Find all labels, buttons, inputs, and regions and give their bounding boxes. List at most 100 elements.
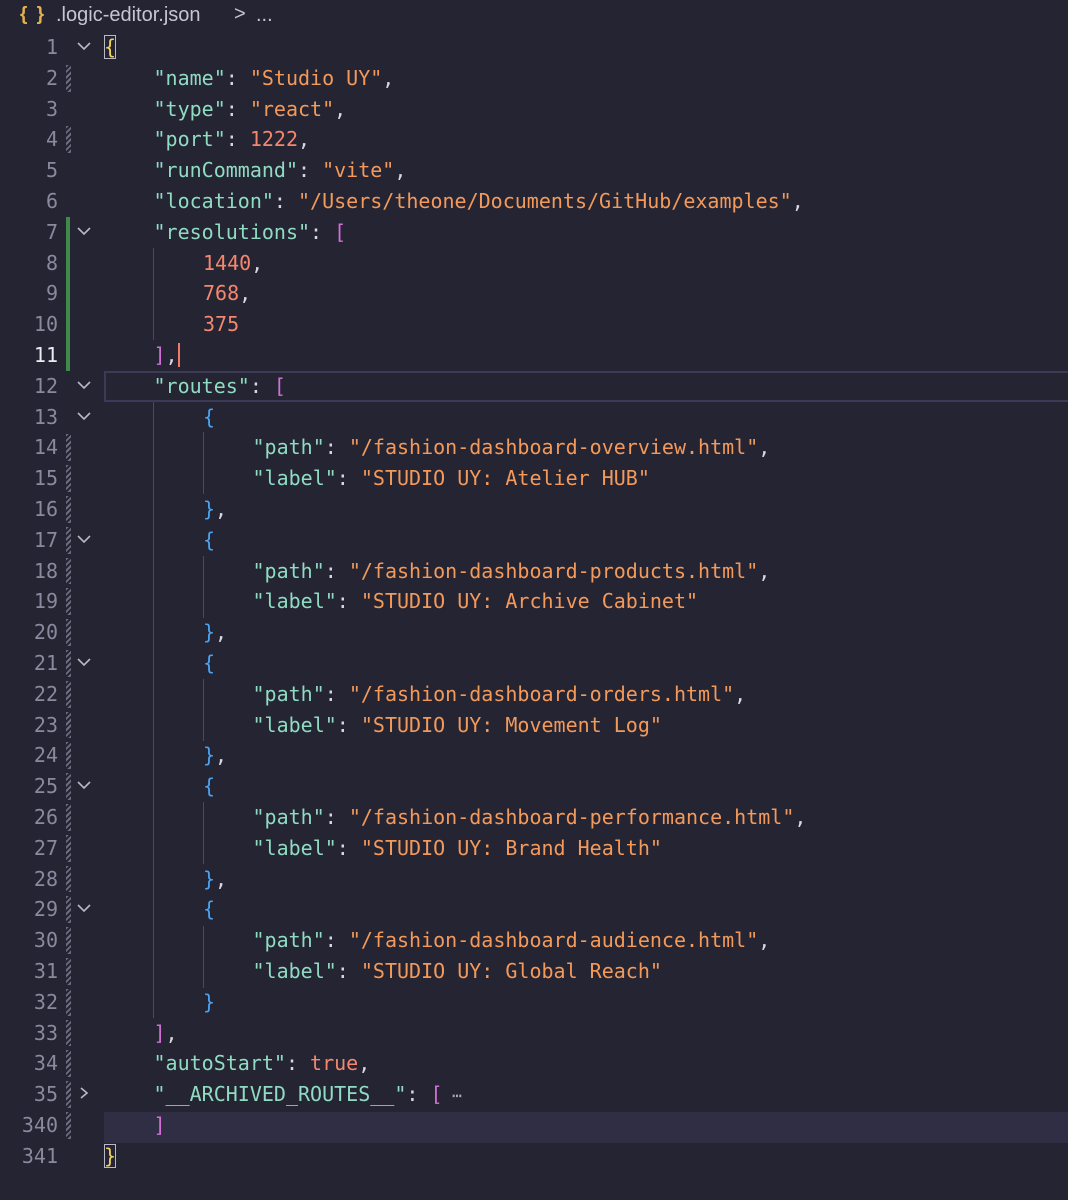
code-line[interactable]: 23 "label": "STUDIO UY: Movement Log": [0, 710, 1068, 741]
token: }: [203, 743, 216, 768]
code-line[interactable]: 17 {: [0, 525, 1068, 556]
chevron-right-icon[interactable]: [74, 1079, 94, 1110]
code-line[interactable]: 27 "label": "STUDIO UY: Brand Health": [0, 833, 1068, 864]
line-number: 24: [33, 743, 58, 768]
code-line[interactable]: 18 "path": "/fashion-dashboard-products.h…: [0, 556, 1068, 587]
chevron-down-icon[interactable]: [74, 525, 94, 556]
code-line[interactable]: 6 "location": "/Users/theone/Documents/Gi…: [0, 186, 1068, 217]
code-line[interactable]: 5 "runCommand": "vite",: [0, 155, 1068, 186]
token: ,: [382, 65, 395, 90]
code-line[interactable]: 15 "label": "STUDIO UY: Atelier HUB": [0, 463, 1068, 494]
chevron-down-icon[interactable]: [74, 32, 94, 63]
code-line[interactable]: 32}: [0, 987, 1068, 1018]
token: "__ARCHIVED_ROUTES__": [153, 1082, 407, 1107]
code-text: ]: [154, 1110, 166, 1141]
breadcrumb-file[interactable]: .logic-editor.json: [56, 4, 201, 27]
token: ,: [758, 435, 771, 460]
code-line[interactable]: 29 {: [0, 894, 1068, 925]
token: }: [203, 989, 216, 1014]
token: "/fashion-dashboard-orders.html": [348, 681, 735, 706]
code-line[interactable]: 340]: [0, 1110, 1068, 1141]
code-line[interactable]: 35 "__ARCHIVED_ROUTES__": [ ⋯: [0, 1079, 1068, 1110]
code-line[interactable]: 19 "label": "STUDIO UY: Archive Cabinet": [0, 586, 1068, 617]
code-line[interactable]: 10 375: [0, 309, 1068, 340]
code-line[interactable]: 2 "name": "Studio UY",: [0, 63, 1068, 94]
breadcrumb-more[interactable]: ...: [256, 4, 273, 27]
code-line[interactable]: 8 1440,: [0, 247, 1068, 279]
token: ,: [215, 497, 228, 521]
code-line[interactable]: 28},: [0, 864, 1068, 895]
git-added-marker: [66, 216, 70, 248]
token: "Studio UY": [249, 65, 383, 90]
code-text: "path": "/fashion-dashboard-orders.html"…: [253, 679, 747, 710]
token: }: [104, 1143, 117, 1168]
line-number: 5: [45, 158, 58, 183]
chevron-down-icon[interactable]: [74, 402, 94, 433]
code-line[interactable]: 4 "port": 1222,: [0, 124, 1068, 155]
code-line[interactable]: 33],: [0, 1018, 1068, 1049]
line-number: 26: [33, 805, 58, 829]
token: "path": [252, 558, 325, 583]
code-line[interactable]: 31 "label": "STUDIO UY: Global Reach": [0, 956, 1068, 987]
code-line[interactable]: 7 "resolutions": [: [0, 216, 1068, 248]
line-number: 32: [33, 989, 58, 1014]
code-text: "path": "/fashion-dashboard-products.htm…: [253, 556, 771, 587]
code-text: },: [203, 740, 227, 771]
code-line[interactable]: 16},: [0, 494, 1068, 525]
token: {: [203, 897, 216, 922]
code-text: "name": "Studio UY",: [154, 63, 395, 94]
code-line[interactable]: 9 768,: [0, 278, 1068, 310]
code-text: },: [203, 617, 227, 648]
code-editor[interactable]: 1{2 "name": "Studio UY", 3 "type": "react",…: [0, 32, 1068, 1200]
token: ,: [358, 1051, 371, 1076]
code-line[interactable]: 12 "routes": [: [0, 371, 1068, 402]
code-line[interactable]: 20},: [0, 617, 1068, 648]
code-line[interactable]: 25 {: [0, 771, 1068, 802]
git-modified-marker: [66, 526, 71, 554]
token: :: [324, 558, 349, 583]
chevron-down-icon[interactable]: [74, 894, 94, 925]
code-line[interactable]: 30 "path": "/fashion-dashboard-audience.h…: [0, 925, 1068, 956]
chevron-down-icon[interactable]: [74, 648, 94, 679]
git-modified-marker: [66, 619, 71, 646]
token: ,: [758, 928, 771, 953]
code-line[interactable]: 24},: [0, 740, 1068, 771]
line-number: 341: [21, 1143, 58, 1168]
token: :: [285, 1051, 311, 1076]
git-modified-marker: [66, 1050, 71, 1078]
chevron-down-icon[interactable]: [74, 371, 94, 402]
line-number: 3: [45, 96, 58, 121]
token: :: [324, 928, 349, 953]
code-line[interactable]: 22 "path": "/fashion-dashboard-orders.htm…: [0, 679, 1068, 710]
token: "location": [153, 189, 274, 213]
code-line[interactable]: 11],: [0, 340, 1068, 371]
code-text: "type": "react",: [154, 94, 347, 125]
code-line[interactable]: 13 {: [0, 402, 1068, 433]
git-modified-marker: [66, 804, 71, 831]
code-text: {: [203, 525, 215, 556]
chevron-right-icon: >: [234, 3, 246, 25]
code-line[interactable]: 1{: [0, 32, 1068, 63]
token: ,: [791, 189, 804, 213]
line-number: 7: [45, 219, 58, 244]
line-number: 14: [33, 435, 58, 460]
code-line[interactable]: 26 "path": "/fashion-dashboard-performanc…: [0, 802, 1068, 833]
token: :: [273, 189, 299, 213]
code-line[interactable]: 3 "type": "react",: [0, 94, 1068, 125]
code-line[interactable]: 21 {: [0, 648, 1068, 679]
code-text: ],: [154, 1018, 178, 1049]
token: [: [273, 373, 286, 398]
chevron-down-icon[interactable]: [74, 771, 94, 802]
line-number: 11: [33, 343, 58, 367]
code-text: 768,: [203, 278, 251, 309]
line-number: 34: [33, 1051, 58, 1076]
code-line[interactable]: 34 "autoStart": true,: [0, 1048, 1068, 1079]
code-line[interactable]: 14 "path": "/fashion-dashboard-overview.h…: [0, 432, 1068, 463]
chevron-down-icon[interactable]: [74, 217, 94, 248]
code-text: "routes": [: [154, 371, 286, 402]
token: :: [225, 65, 250, 90]
line-number: 10: [33, 312, 58, 337]
code-line[interactable]: 341}: [0, 1141, 1068, 1172]
code-text: "runCommand": "vite",: [154, 155, 407, 186]
token: 1440: [203, 250, 252, 275]
